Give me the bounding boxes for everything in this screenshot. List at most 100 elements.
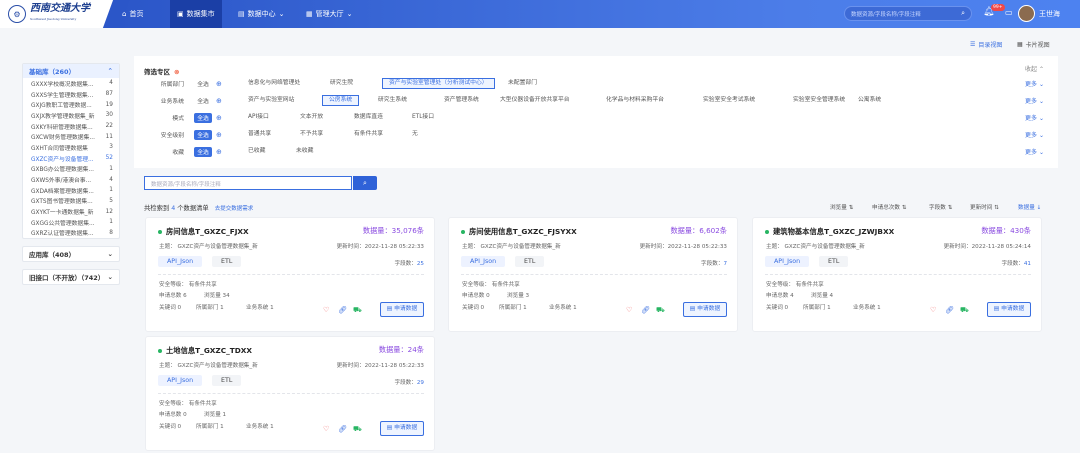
data-card[interactable]: 建筑物基本信息T_GXZC_JZWJBXX 数据量：430条 主题： GXZC资产与…: [752, 217, 1042, 332]
tag-etl[interactable]: ETL: [212, 375, 242, 386]
sidebar-item[interactable]: GXGG公共管理数据集... 1: [23, 217, 119, 228]
sidebar-item[interactable]: GXTS图书管理数据集... 5: [23, 196, 119, 207]
heart-icon[interactable]: ♡: [323, 306, 329, 314]
sidebar-item[interactable]: GXZC资产与设备管理... 52: [23, 153, 119, 164]
tag-etl[interactable]: ETL: [212, 256, 242, 267]
nav-data-center[interactable]: ▤ 数据中心 ⌄: [238, 0, 285, 28]
nav-data-market[interactable]: ▣ 数据集市: [170, 0, 222, 28]
sidebar-item[interactable]: GXXS学生管理数据集... 87: [23, 89, 119, 100]
more-button[interactable]: 更多 ⌄: [1025, 113, 1044, 122]
filter-option[interactable]: 资产与实验室管理处（分析测试中心）: [382, 78, 495, 89]
user-name[interactable]: 王世海: [1039, 9, 1060, 19]
sort-option[interactable]: 字段数 ⇅: [929, 203, 952, 211]
nav-home[interactable]: ⌂ 首页: [122, 0, 143, 28]
sidebar-item[interactable]: GXHT合同管理数据集 3: [23, 142, 119, 153]
more-button[interactable]: 更多 ⌄: [1025, 96, 1044, 105]
link-icon[interactable]: 🔗︎: [641, 306, 650, 314]
tag-etl[interactable]: ETL: [515, 256, 545, 267]
filter-option[interactable]: 大型仪器设备开放共享平台: [494, 95, 576, 106]
filter-option[interactable]: 研究生院: [324, 78, 359, 89]
filter-option[interactable]: 无: [406, 129, 424, 140]
request-data-link[interactable]: 去提交数据需求: [215, 206, 254, 212]
filter-option[interactable]: 实验室安全考试系统: [697, 95, 761, 106]
filter-option[interactable]: 普通共享: [242, 129, 277, 140]
cart-icon[interactable]: ⛟: [960, 306, 969, 315]
sort-option[interactable]: 更新时间 ⇅: [970, 203, 999, 211]
sidebar-item[interactable]: GXKY科研管理数据集... 22: [23, 121, 119, 132]
category-header-base[interactable]: 基础库（260） ⌃: [23, 64, 119, 78]
tag-api[interactable]: API_Json: [765, 256, 810, 267]
link-icon[interactable]: 🔗︎: [338, 306, 347, 314]
select-all-button[interactable]: 全选: [194, 96, 212, 106]
apply-data-button[interactable]: ▤ 申请数据: [987, 302, 1031, 317]
sidebar-item[interactable]: GXJX教学管理数据集_新 30: [23, 110, 119, 121]
filter-option[interactable]: API接口: [242, 112, 275, 123]
filter-option[interactable]: 公房系统: [322, 95, 360, 106]
card-title[interactable]: 建筑物基本信息T_GXZC_JZWJBXX: [765, 227, 894, 237]
link-icon[interactable]: 🔗︎: [945, 306, 954, 314]
catalog-view-toggle[interactable]: ☰ 目录视图: [970, 40, 1002, 49]
sidebar-item[interactable]: GXBG办公管理数据集... 1: [23, 164, 119, 175]
filter-option[interactable]: 资产管理系统: [438, 95, 485, 106]
category-header-old[interactable]: 旧接口（不开放）（742） ⌄: [23, 270, 119, 284]
tag-api[interactable]: API_Json: [461, 256, 506, 267]
apply-data-button[interactable]: ▤ 申请数据: [683, 302, 727, 317]
sidebar-item[interactable]: GXWS外事/港澳台事... 4: [23, 174, 119, 185]
filter-option[interactable]: 公寓系统: [852, 95, 887, 106]
card-title[interactable]: 土地信息T_GXZC_TDXX: [158, 346, 252, 356]
sidebar-item[interactable]: GXXX学校概况数据集... 4: [23, 78, 119, 89]
clear-filter-icon[interactable]: ⊗: [174, 68, 179, 76]
avatar[interactable]: [1018, 5, 1035, 22]
search-icon[interactable]: ⊕: [216, 114, 228, 122]
filter-option[interactable]: 有条件共享: [348, 129, 389, 140]
filter-option[interactable]: 实验室安全管理系统: [787, 95, 851, 106]
cart-icon[interactable]: ⛟: [353, 306, 362, 315]
cart-icon[interactable]: ⛟: [656, 306, 665, 315]
select-all-button[interactable]: 全选: [194, 112, 212, 123]
data-card[interactable]: 房间使用信息T_GXZC_FJSYXX 数据量：6,602条 主题： GXZC资产与…: [448, 217, 738, 332]
sidebar-item[interactable]: GXRZ认证管理数据集... 8: [23, 228, 119, 239]
resource-search-input[interactable]: 数据资源/字段名称/字段注释: [144, 176, 352, 190]
tag-api[interactable]: API_Json: [158, 256, 203, 267]
search-icon[interactable]: ⌕: [961, 9, 965, 18]
filter-option[interactable]: 不予共享: [294, 129, 329, 140]
link-icon[interactable]: 🔗︎: [338, 425, 347, 433]
search-icon[interactable]: ⊕: [216, 97, 228, 105]
heart-icon[interactable]: ♡: [626, 306, 632, 314]
filter-option[interactable]: 资产与实验室网站: [242, 95, 300, 106]
search-button[interactable]: ⌕: [353, 176, 377, 190]
filter-option[interactable]: 研究生系统: [372, 95, 413, 106]
global-search-input[interactable]: 数据资源/字段名称/字段注释 ⌕: [844, 6, 972, 21]
sort-option[interactable]: 数据量 ↓: [1018, 203, 1041, 211]
sidebar-item[interactable]: GXJG教职工管理数据... 19: [23, 99, 119, 110]
filter-option[interactable]: 未配置部门: [502, 78, 543, 89]
logo[interactable]: ⚙ 西南交通大学 Southwest Jiaotong University: [0, 0, 118, 28]
category-header-app[interactable]: 应用库（408） ⌄: [23, 247, 119, 261]
more-button[interactable]: 更多 ⌄: [1025, 130, 1044, 139]
sort-option[interactable]: 申请总次数 ⇅: [872, 203, 906, 211]
tag-api[interactable]: API_Json: [158, 375, 203, 386]
data-card[interactable]: 房间信息T_GXZC_FJXX 数据量：35,076条 主题： GXZC资产与设备管…: [145, 217, 435, 332]
filter-option[interactable]: 化学品与材料采购平台: [600, 95, 670, 106]
filter-option[interactable]: 信息化与网络管理处: [242, 78, 306, 89]
sort-option[interactable]: 浏览量 ⇅: [830, 203, 853, 211]
select-all-button[interactable]: 全选: [194, 146, 212, 157]
select-all-button[interactable]: 全选: [194, 129, 212, 140]
filter-option[interactable]: ETL接口: [406, 112, 440, 123]
card-view-toggle[interactable]: ▦ 卡片视图: [1017, 40, 1050, 49]
apply-data-button[interactable]: ▤ 申请数据: [380, 421, 424, 436]
collapse-filter-button[interactable]: 收起 ⌃: [1025, 64, 1044, 73]
sidebar-item[interactable]: GXYKT一卡通数据集_新 12: [23, 206, 119, 217]
heart-icon[interactable]: ♡: [323, 425, 329, 433]
apply-data-button[interactable]: ▤ 申请数据: [380, 302, 424, 317]
filter-option[interactable]: 文本开放: [294, 112, 329, 123]
data-card[interactable]: 土地信息T_GXZC_TDXX 数据量：24条 主题： GXZC资产与设备管理数据集…: [145, 336, 435, 451]
more-button[interactable]: 更多 ⌄: [1025, 147, 1044, 156]
filter-option[interactable]: 未收藏: [290, 146, 319, 157]
sidebar-item[interactable]: GXDA档案管理数据集... 1: [23, 185, 119, 196]
message-icon[interactable]: ▭: [1005, 8, 1013, 17]
search-icon[interactable]: ⊕: [216, 148, 228, 156]
filter-option[interactable]: 已收藏: [242, 146, 271, 157]
search-icon[interactable]: ⊕: [216, 131, 228, 139]
select-all-button[interactable]: 全选: [194, 79, 212, 89]
